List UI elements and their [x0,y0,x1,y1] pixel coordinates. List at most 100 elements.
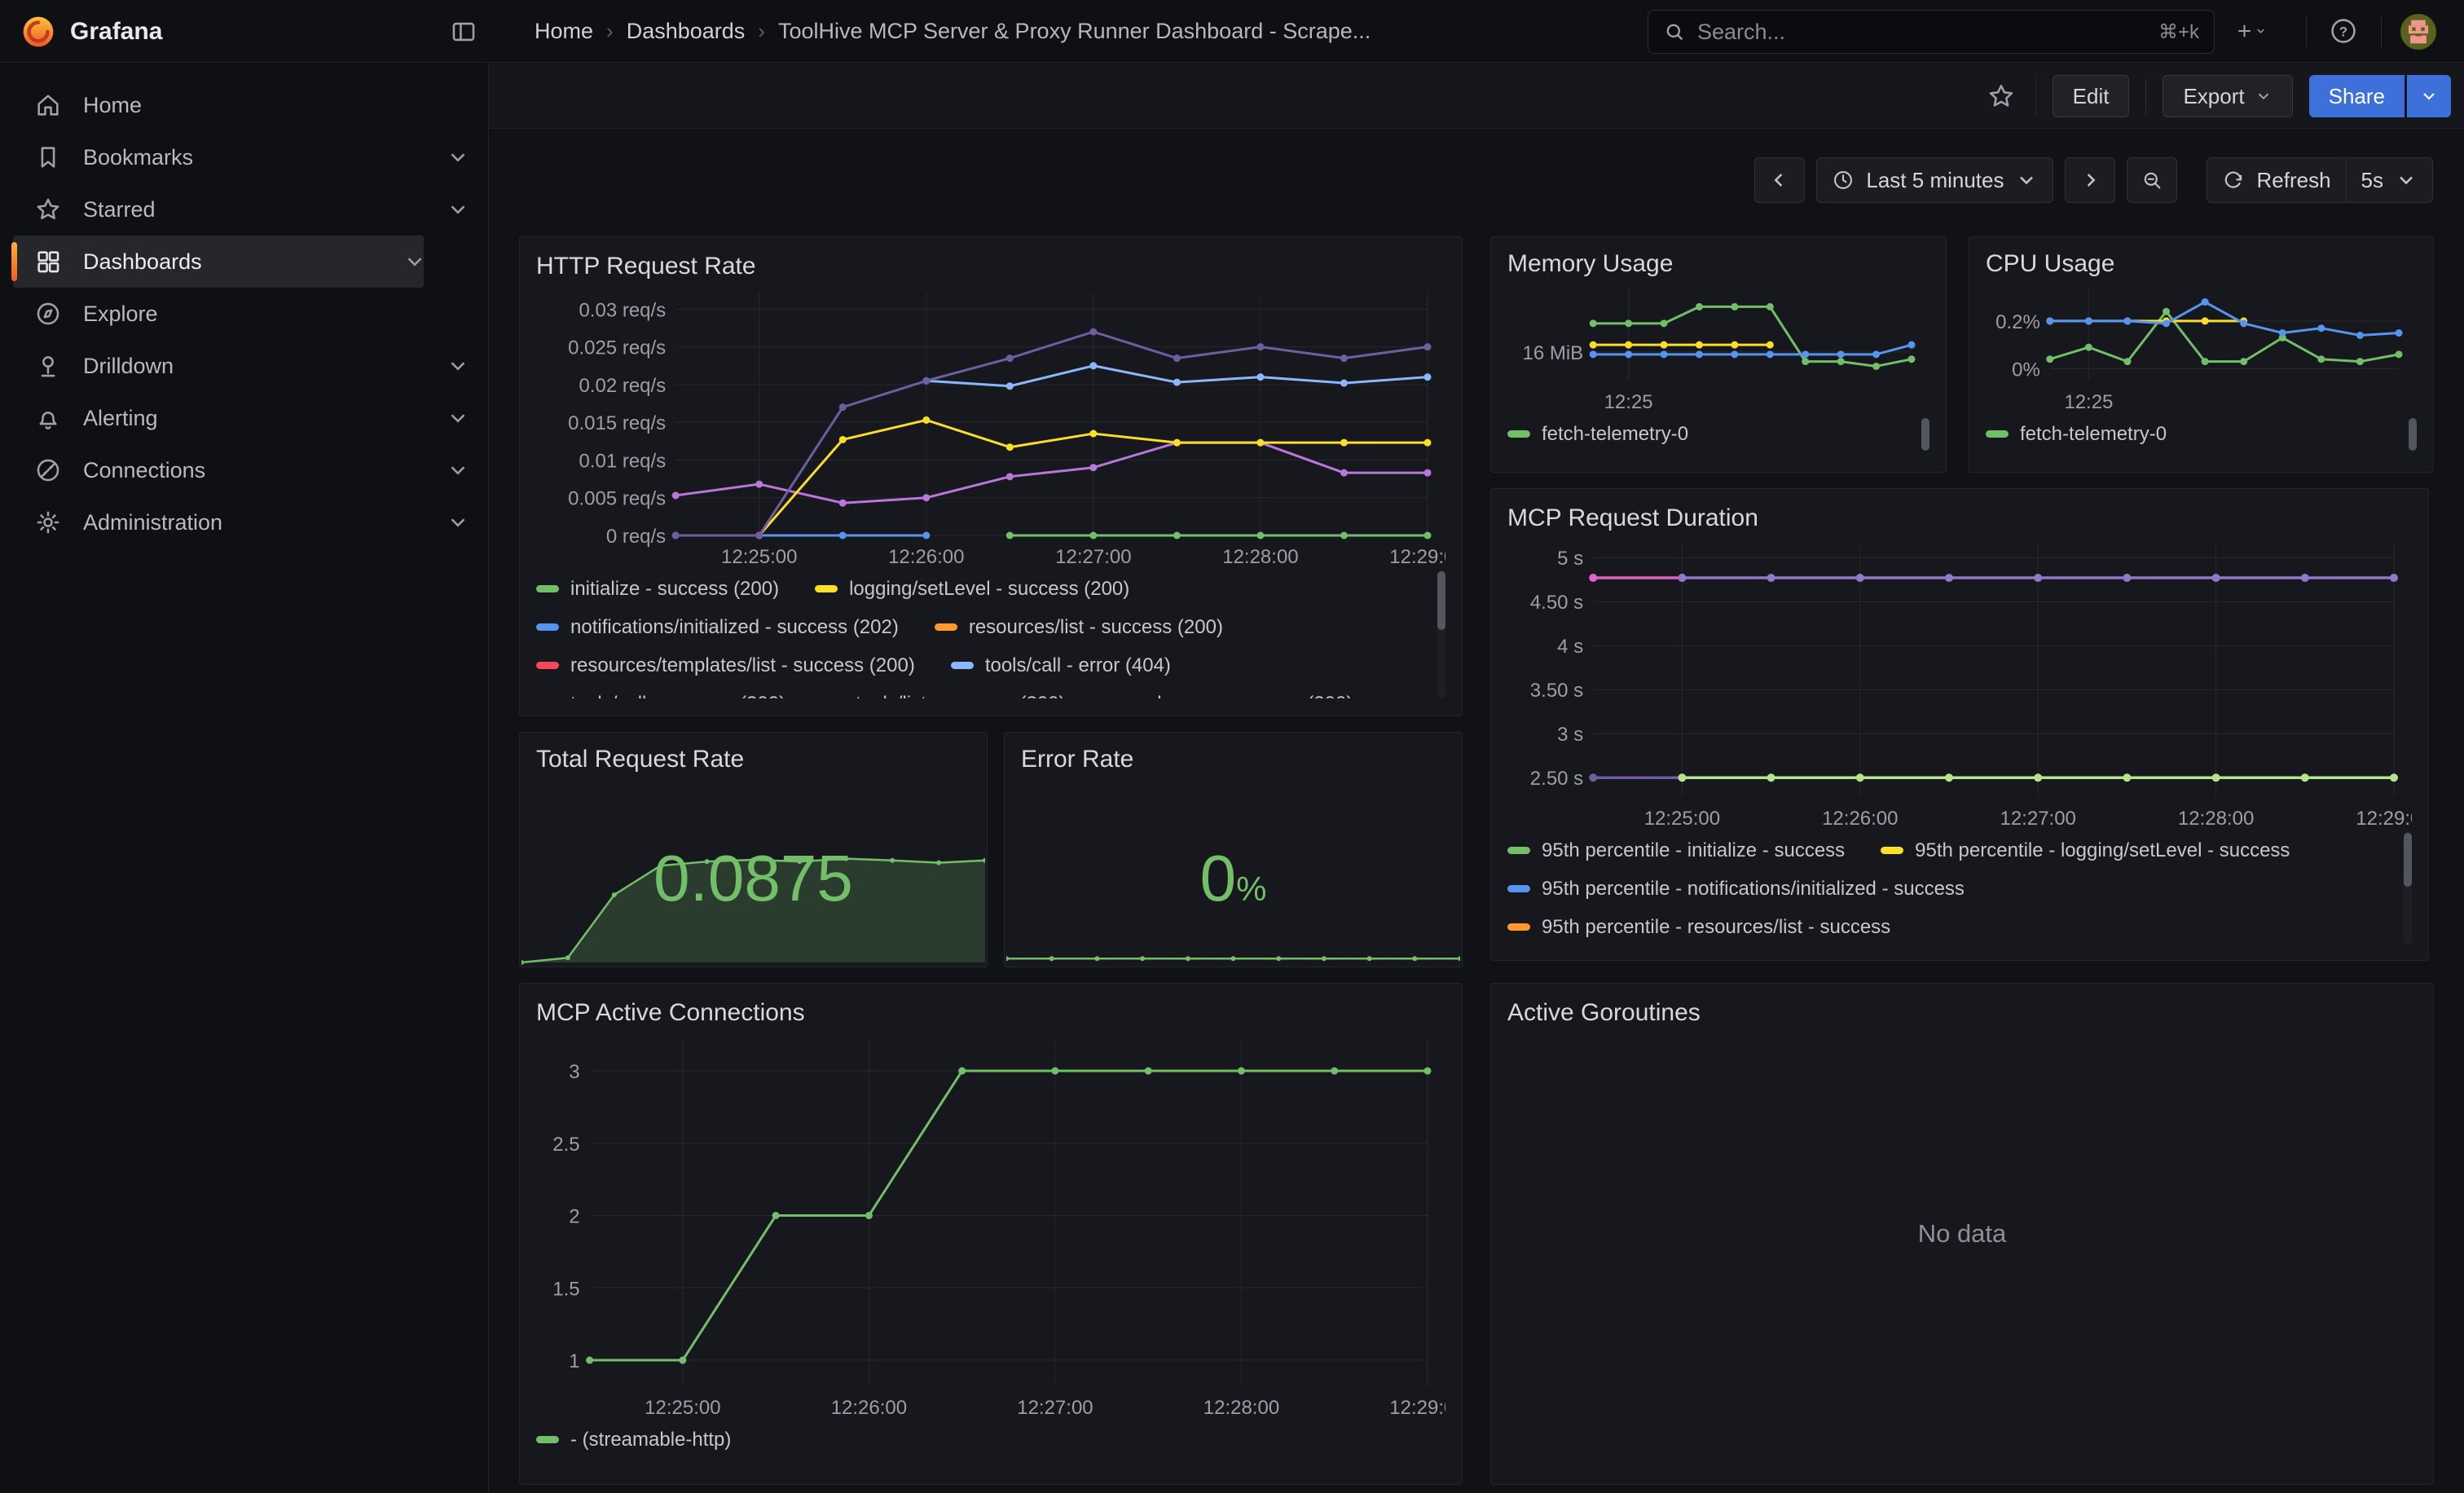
chevron-down-icon[interactable] [446,197,470,222]
svg-text:12:29:00: 12:29:00 [2356,808,2412,830]
favorite-star-button[interactable] [1983,78,2019,114]
bell-icon [34,404,62,432]
legend-item[interactable]: resources/list - success (200) [935,616,1223,639]
chevron-down-icon[interactable] [403,249,427,274]
user-avatar[interactable] [2400,14,2436,50]
sidebar-item-drilldown[interactable]: Drilldown [13,340,467,392]
chevron-down-icon [2015,169,2038,192]
panel-title[interactable]: HTTP Request Rate [536,249,1445,284]
error-rate-value: 0% [1200,846,1267,911]
sidebar-item-bookmarks[interactable]: Bookmarks [13,131,467,183]
breadcrumb-dashboards[interactable]: Dashboards [627,19,746,44]
stat-wrap: 0% [1005,733,1462,967]
share-menu-button[interactable] [2407,75,2451,117]
svg-text:0%: 0% [2012,359,2040,381]
legend-item[interactable]: notifications/initialized - success (202… [536,616,899,639]
zoom-out-button[interactable] [2127,157,2177,203]
svg-text:0.02 req/s: 0.02 req/s [579,375,666,397]
legend-label: logging/setLevel - success (200) [849,578,1129,601]
help-button[interactable]: ? [2327,15,2360,47]
sidebar-item-connections[interactable]: Connections [13,444,467,496]
chevron-down-icon[interactable] [446,354,470,378]
time-range-label: Last 5 minutes [1866,168,2004,193]
panel-title[interactable]: MCP Request Duration [1507,500,2412,536]
svg-text:0 req/s: 0 req/s [606,526,666,548]
share-label: Share [2329,84,2385,109]
legend-item[interactable]: tools/list - success (200) [821,693,1065,699]
legend-scrollbar-thumb[interactable] [1921,418,1929,451]
sidebar-item-explore[interactable]: Explore [13,288,467,340]
plug-icon [34,456,62,484]
sidebar-item-label: Home [83,93,142,118]
bookmark-icon [34,143,62,171]
svg-text:12:25:00: 12:25:00 [1644,808,1720,830]
chevron-down-icon[interactable] [446,406,470,430]
panel-total-request-rate: Total Request Rate 0.0875 [519,732,988,967]
divider [2381,16,2382,47]
error-rate-number: 0 [1200,846,1237,911]
time-shift-forward-button[interactable] [2065,157,2115,203]
svg-text:12:26:00: 12:26:00 [1822,808,1898,830]
sidebar-item-label: Bookmarks [83,145,193,170]
sidebar-item-administration[interactable]: Administration [13,496,467,548]
search-box[interactable]: ⌘+k [1648,10,2215,54]
time-shift-back-button[interactable] [1754,157,1805,203]
add-button[interactable] [2234,15,2267,47]
legend-row: tools/call - success (200) tools/list - s… [536,685,1445,698]
sidebar-item-starred[interactable]: Starred [13,183,467,236]
legend-item[interactable]: - (streamable-http) [536,1429,731,1451]
sidebar-item-alerting[interactable]: Alerting [13,392,467,444]
svg-text:0.015 req/s: 0.015 req/s [568,412,666,434]
grafana-logo[interactable] [21,15,55,49]
legend-scrollbar-thumb[interactable] [1437,571,1445,630]
chevron-down-icon[interactable] [446,510,470,535]
legend-item[interactable]: 95th percentile - initialize - success [1507,839,1845,862]
connections-legend: - (streamable-http) [536,1420,1445,1466]
refresh-button[interactable]: Refresh [2207,157,2345,203]
legend-item[interactable]: fetch-telemetry-0 [1507,423,1688,446]
panel-title[interactable]: CPU Usage [1986,249,2417,280]
legend-item[interactable]: unknown - success (200) [1102,693,1353,699]
legend-item[interactable]: 95th percentile - logging/setLevel - suc… [1881,839,2290,862]
sidebar-collapse-icon[interactable] [450,18,477,46]
time-range-picker[interactable]: Last 5 minutes [1816,157,2053,203]
legend-item[interactable]: 95th percentile - resources/list - succe… [1507,916,1890,939]
svg-text:12:28:00: 12:28:00 [1222,546,1298,568]
legend-item[interactable]: tools/call - error (404) [951,654,1171,677]
panel-title[interactable]: MCP Active Connections [536,995,1445,1031]
legend-item[interactable]: 95th percentile - notifications/initiali… [1507,878,1965,901]
svg-text:12:25:00: 12:25:00 [645,1397,720,1419]
breadcrumb-home[interactable]: Home [535,19,593,44]
legend-item[interactable]: logging/setLevel - success (200) [815,578,1129,601]
edit-button[interactable]: Edit [2053,75,2130,117]
legend-item[interactable]: fetch-telemetry-0 [1986,423,2167,446]
legend-row: resources/templates/list - success (200)… [536,646,1445,685]
legend-color-chip [1507,847,1530,854]
legend-item[interactable]: resources/templates/list - success (200) [536,654,915,677]
refresh-interval-picker[interactable]: 5s [2346,157,2433,203]
sidebar-item-home[interactable]: Home [13,79,467,131]
legend-scrollbar-thumb[interactable] [2404,833,2412,887]
chevron-down-icon[interactable] [446,145,470,170]
sidebar-item-dashboards[interactable]: Dashboards [13,236,424,288]
legend-item[interactable]: initialize - success (200) [536,578,779,601]
panel-mcp-active-connections: MCP Active Connections 12:25:0012:26:001… [519,983,1463,1485]
svg-text:0.025 req/s: 0.025 req/s [568,337,666,359]
search-input[interactable] [1697,20,2147,45]
cpu-legend: fetch-telemetry-0 [1986,415,2417,456]
legend-scrollbar-thumb[interactable] [2409,418,2417,451]
legend-color-chip [1507,923,1530,931]
compass-icon [34,300,62,328]
chevron-down-icon[interactable] [446,458,470,482]
sidebar: Home Bookmarks Starred Dashboards Explor… [0,63,489,1493]
legend-item[interactable]: tools/call - success (200) [536,693,785,699]
sidebar-item-label: Dashboards [83,249,202,275]
legend-label: resources/templates/list - success (200) [570,654,915,677]
svg-text:12:26:00: 12:26:00 [831,1397,907,1419]
dashboards-grid-icon [34,248,62,275]
search-icon [1663,20,1686,43]
share-button[interactable]: Share [2309,75,2405,117]
panel-title[interactable]: Memory Usage [1507,249,1929,280]
export-button[interactable]: Export [2163,75,2292,117]
refresh-label: Refresh [2256,168,2330,193]
